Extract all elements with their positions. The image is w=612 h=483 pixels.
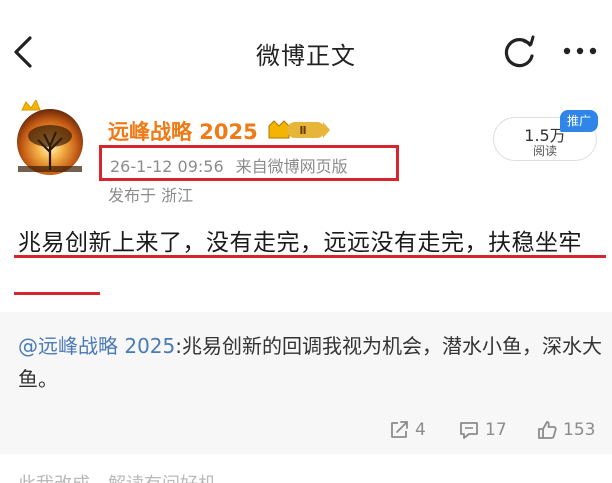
- comment-button[interactable]: 17: [458, 416, 507, 444]
- vip-badge[interactable]: Ⅱ: [267, 118, 331, 142]
- like-button[interactable]: 153: [536, 416, 595, 444]
- repost-user-link[interactable]: @远峰战略 2025: [18, 334, 175, 358]
- repost-card[interactable]: @远峰战略 2025:兆易创新的回调我视为机会，潜水小鱼，深水大鱼。 4 17 …: [0, 312, 612, 454]
- repost-body: @远峰战略 2025:兆易创新的回调我视为机会，潜水小鱼，深水大鱼。: [18, 330, 603, 396]
- more-dots-icon[interactable]: [560, 44, 600, 58]
- post-meta: 26-1-12 09:56 来自微博网页版: [110, 153, 348, 177]
- top-nav-bar: 微博正文: [0, 0, 612, 90]
- author-name[interactable]: 远峰战略 2025: [108, 116, 258, 146]
- thumbs-up-icon: [538, 421, 557, 439]
- repost-button[interactable]: 4: [388, 416, 426, 444]
- highlight-underline: [14, 255, 606, 258]
- truncated-text: 此我改成，解读有间好机: [18, 470, 216, 483]
- promo-tag[interactable]: 推广: [560, 110, 598, 132]
- action-bar: 4 17 153: [0, 416, 612, 446]
- comment-icon: [460, 422, 478, 439]
- post-timestamp: 26-1-12 09:56: [110, 157, 224, 176]
- share-icon: [391, 421, 408, 438]
- like-count: 153: [563, 420, 596, 440]
- avatar[interactable]: [14, 100, 86, 176]
- repost-count: 4: [415, 420, 426, 440]
- highlight-underline: [14, 292, 100, 295]
- post-source: 来自微博网页版: [235, 157, 348, 176]
- comment-count: 17: [485, 420, 507, 440]
- vip-level-label: Ⅱ: [299, 124, 306, 137]
- post-location: 发布于 浙江: [108, 186, 194, 205]
- refresh-icon[interactable]: [500, 32, 540, 72]
- read-count-label: 阅读: [532, 144, 557, 158]
